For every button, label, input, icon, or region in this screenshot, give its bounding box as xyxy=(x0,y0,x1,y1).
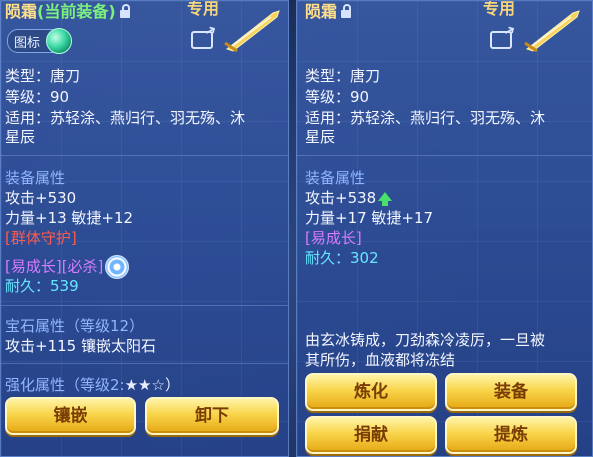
item-type: 类型：唐刀 xyxy=(5,67,81,85)
divider xyxy=(1,155,288,156)
equipped-item-panel: 陨霜(当前装备) 专用 图标 类型：唐刀 等级：90 适用：苏轻涂、燕归行、羽无… xyxy=(0,0,289,457)
enhance-stars: ★★☆） xyxy=(124,376,180,394)
item-description-line-1: 由玄冰铸成，刀劲森冷凌厉，一旦被 xyxy=(305,331,546,349)
skill-group-guard: [群体守护] xyxy=(5,229,77,247)
divider xyxy=(1,363,288,364)
item-type: 类型：唐刀 xyxy=(305,67,381,85)
sword-icon xyxy=(524,10,580,53)
share-icon[interactable] xyxy=(490,31,512,49)
lock-icon xyxy=(341,4,352,18)
compare-item-panel: 陨霜 专用 类型：唐刀 等级：90 适用：苏轻涂、燕归行、羽无殇、沐 星辰 装备… xyxy=(296,0,593,457)
exclusive-label: 专用 xyxy=(187,0,220,18)
equip-attr-title: 装备属性 xyxy=(305,169,366,187)
enhance-attr: 强化属性（等级2:★★☆） xyxy=(5,376,180,395)
sword-icon xyxy=(224,10,280,53)
donate-button[interactable]: 捐献 xyxy=(305,416,437,454)
enhance-attr-title: 强化属性（等级2: xyxy=(5,376,125,394)
current-equip-tag: (当前装备) xyxy=(37,2,116,21)
item-name: 陨霜 xyxy=(5,2,38,21)
equip-button[interactable]: 装备 xyxy=(445,373,577,411)
attack-value-text: 攻击+538 xyxy=(305,189,377,207)
lock-icon xyxy=(119,4,130,18)
icon-toggle-label: 图标 xyxy=(14,36,41,51)
gem-attr-title: 宝石属性（等级12） xyxy=(5,317,145,335)
item-level: 等级：90 xyxy=(5,88,70,106)
green-orb-icon xyxy=(46,28,72,54)
item-fit-line-1: 适用：苏轻涂、燕归行、羽无殇、沐 xyxy=(305,109,546,127)
gem-attr-value: 攻击+115 镶嵌太阳石 xyxy=(5,337,156,355)
durability-value: 耐久：302 xyxy=(305,249,379,267)
skill-tags: [易成长] xyxy=(305,229,362,247)
skill-tags: [易成长][必杀] xyxy=(5,255,130,279)
divider xyxy=(297,155,592,156)
item-fit-line-2: 星辰 xyxy=(305,128,336,146)
icon-toggle-button[interactable]: 图标 xyxy=(7,28,72,54)
item-level: 等级：90 xyxy=(305,88,370,106)
stats-value: 力量+13 敏捷+12 xyxy=(5,209,134,227)
durability-value: 耐久：539 xyxy=(5,277,79,295)
arrow-up-icon xyxy=(378,192,393,206)
divider xyxy=(1,305,288,306)
attack-value: 攻击+530 xyxy=(5,189,77,207)
item-name: 陨霜 xyxy=(305,2,338,21)
equip-attr-title: 装备属性 xyxy=(5,169,66,187)
inlay-button[interactable]: 镶嵌 xyxy=(5,397,136,435)
unequip-button[interactable]: 卸下 xyxy=(145,397,279,435)
swirl-icon xyxy=(105,255,130,279)
item-fit-line-1: 适用：苏轻涂、燕归行、羽无殇、沐 xyxy=(5,109,246,127)
item-description-line-2: 其所伤，血液都将冻结 xyxy=(305,351,456,369)
extract-button[interactable]: 提炼 xyxy=(445,416,577,454)
refine-button[interactable]: 炼化 xyxy=(305,373,437,411)
item-title: 陨霜(当前装备) xyxy=(5,1,130,22)
skill-tags-text: [易成长][必杀] xyxy=(5,257,104,276)
item-title: 陨霜 xyxy=(305,1,352,22)
item-fit-line-2: 星辰 xyxy=(5,128,36,146)
attack-value: 攻击+538 xyxy=(305,189,393,208)
stats-value: 力量+17 敏捷+17 xyxy=(305,209,434,227)
exclusive-label: 专用 xyxy=(483,0,516,18)
share-icon[interactable] xyxy=(191,31,213,49)
